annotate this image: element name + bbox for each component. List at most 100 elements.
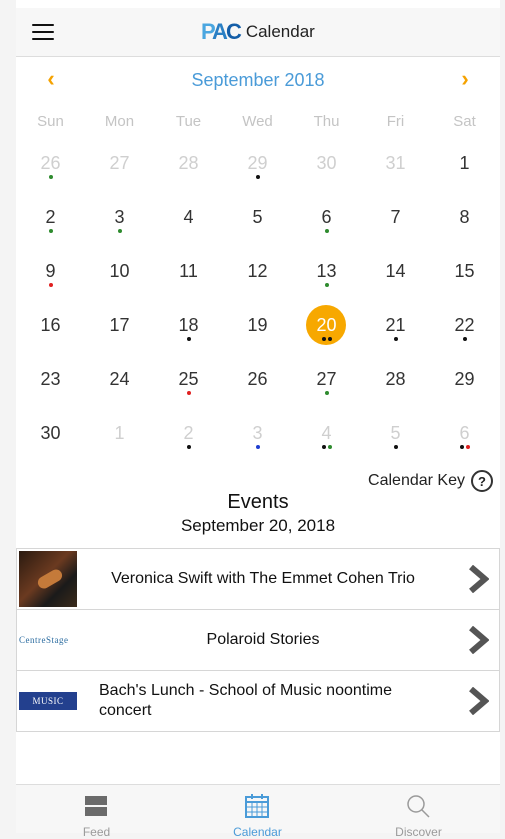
- event-dot: [255, 175, 260, 179]
- calendar-day[interactable]: 1: [85, 412, 154, 466]
- help-icon[interactable]: ?: [471, 470, 493, 492]
- calendar-day[interactable]: 5: [223, 196, 292, 250]
- calendar-day[interactable]: 23: [16, 358, 85, 412]
- calendar-day[interactable]: 27: [292, 358, 361, 412]
- calendar-day[interactable]: 30: [16, 412, 85, 466]
- calendar-day[interactable]: 12: [223, 250, 292, 304]
- chevron-right-icon: [469, 626, 489, 654]
- calendar-day[interactable]: 11: [154, 250, 223, 304]
- tab-calendar[interactable]: Calendar: [177, 785, 338, 839]
- day-number: 9: [45, 261, 56, 281]
- calendar-day[interactable]: 2: [16, 196, 85, 250]
- event-dot: [186, 445, 191, 449]
- calendar-day[interactable]: 3: [223, 412, 292, 466]
- event-indicators: [223, 175, 292, 179]
- tab-bar: Feed Calendar Discover: [16, 784, 500, 839]
- calendar-day[interactable]: 30: [292, 142, 361, 196]
- calendar-day[interactable]: 26: [16, 142, 85, 196]
- calendar-day[interactable]: 28: [154, 142, 223, 196]
- calendar-week: 2 3 4 5 6 7 8: [16, 196, 500, 250]
- calendar-week: 30 1 2 3 4 5 6: [16, 412, 500, 466]
- day-number: 21: [385, 315, 406, 335]
- tab-discover[interactable]: Discover: [338, 785, 499, 839]
- calendar-day[interactable]: 8: [430, 196, 499, 250]
- event-indicators: [361, 337, 430, 341]
- event-dot: [321, 445, 326, 449]
- calendar-day[interactable]: 5: [361, 412, 430, 466]
- event-row[interactable]: MUSIC Bach's Lunch - School of Music noo…: [16, 670, 500, 732]
- event-dot: [186, 337, 191, 341]
- calendar-day[interactable]: 16: [16, 304, 85, 358]
- calendar-day[interactable]: 21: [361, 304, 430, 358]
- day-number: 5: [390, 423, 401, 443]
- tab-label: Feed: [82, 825, 111, 839]
- day-number: 10: [109, 261, 130, 281]
- event-dot: [48, 229, 53, 233]
- calendar-day[interactable]: 9: [16, 250, 85, 304]
- event-indicators: [85, 229, 154, 233]
- calendar-icon: [245, 794, 269, 818]
- event-indicators: [154, 337, 223, 341]
- day-number: 4: [183, 207, 194, 227]
- calendar-day[interactable]: 13: [292, 250, 361, 304]
- calendar-day[interactable]: 4: [154, 196, 223, 250]
- calendar-day[interactable]: 2: [154, 412, 223, 466]
- calendar-day[interactable]: 22: [430, 304, 499, 358]
- calendar-day[interactable]: 27: [85, 142, 154, 196]
- day-number: 19: [247, 315, 268, 335]
- calendar-day[interactable]: 15: [430, 250, 499, 304]
- event-dot: [186, 391, 191, 395]
- calendar-day[interactable]: 31: [361, 142, 430, 196]
- calendar-day[interactable]: 14: [361, 250, 430, 304]
- calendar-day-selected[interactable]: 20: [292, 304, 361, 358]
- weekday-label: Wed: [242, 113, 273, 130]
- calendar-day[interactable]: 6: [292, 196, 361, 250]
- chevron-right-icon: [469, 687, 489, 715]
- event-row[interactable]: Veronica Swift with The Emmet Cohen Trio: [16, 548, 500, 609]
- calendar-day[interactable]: 24: [85, 358, 154, 412]
- calendar-day[interactable]: 25: [154, 358, 223, 412]
- calendar-day[interactable]: 7: [361, 196, 430, 250]
- calendar-key[interactable]: Calendar Key ?: [368, 470, 493, 492]
- event-dot: [324, 229, 329, 233]
- calendar-week: 23 24 25 26 27 28 29: [16, 358, 500, 412]
- day-number: 1: [114, 423, 125, 443]
- menu-icon[interactable]: [32, 24, 54, 40]
- event-dot: [462, 337, 467, 341]
- event-thumbnail: CentreStage: [19, 612, 77, 668]
- event-row[interactable]: CentreStage Polaroid Stories: [16, 609, 500, 670]
- day-number: 26: [40, 153, 61, 173]
- calendar-day[interactable]: 18: [154, 304, 223, 358]
- calendar-day[interactable]: 3: [85, 196, 154, 250]
- event-indicators: [292, 445, 361, 449]
- weekday-label: Sun: [37, 113, 64, 130]
- month-navigator: ‹ September 2018 ›: [16, 62, 500, 98]
- calendar-day[interactable]: 29: [430, 358, 499, 412]
- next-month-button[interactable]: ›: [450, 66, 480, 92]
- day-number: 25: [178, 369, 199, 389]
- day-number: 29: [454, 369, 475, 389]
- event-indicators: [361, 445, 430, 449]
- day-number: 1: [459, 153, 470, 173]
- calendar-day[interactable]: 1: [430, 142, 499, 196]
- thumbnail-logo-text: CentreStage: [19, 635, 69, 645]
- thumbnail-logo-text: MUSIC: [19, 692, 77, 710]
- day-number: 27: [109, 153, 130, 173]
- calendar-day[interactable]: 10: [85, 250, 154, 304]
- tab-feed[interactable]: Feed: [16, 785, 177, 839]
- calendar-day[interactable]: 6: [430, 412, 499, 466]
- event-indicators: [16, 175, 85, 179]
- feed-icon: [85, 796, 107, 816]
- event-title: Polaroid Stories: [206, 631, 320, 648]
- weekday-label: Thu: [313, 113, 340, 130]
- calendar-day[interactable]: 4: [292, 412, 361, 466]
- calendar-day[interactable]: 26: [223, 358, 292, 412]
- day-number: 28: [178, 153, 199, 173]
- calendar-day[interactable]: 28: [361, 358, 430, 412]
- calendar-day[interactable]: 29: [223, 142, 292, 196]
- calendar-day[interactable]: 19: [223, 304, 292, 358]
- calendar-day[interactable]: 17: [85, 304, 154, 358]
- day-number: 17: [109, 315, 130, 335]
- chevron-right-icon: [469, 565, 489, 593]
- day-number: 6: [321, 207, 332, 227]
